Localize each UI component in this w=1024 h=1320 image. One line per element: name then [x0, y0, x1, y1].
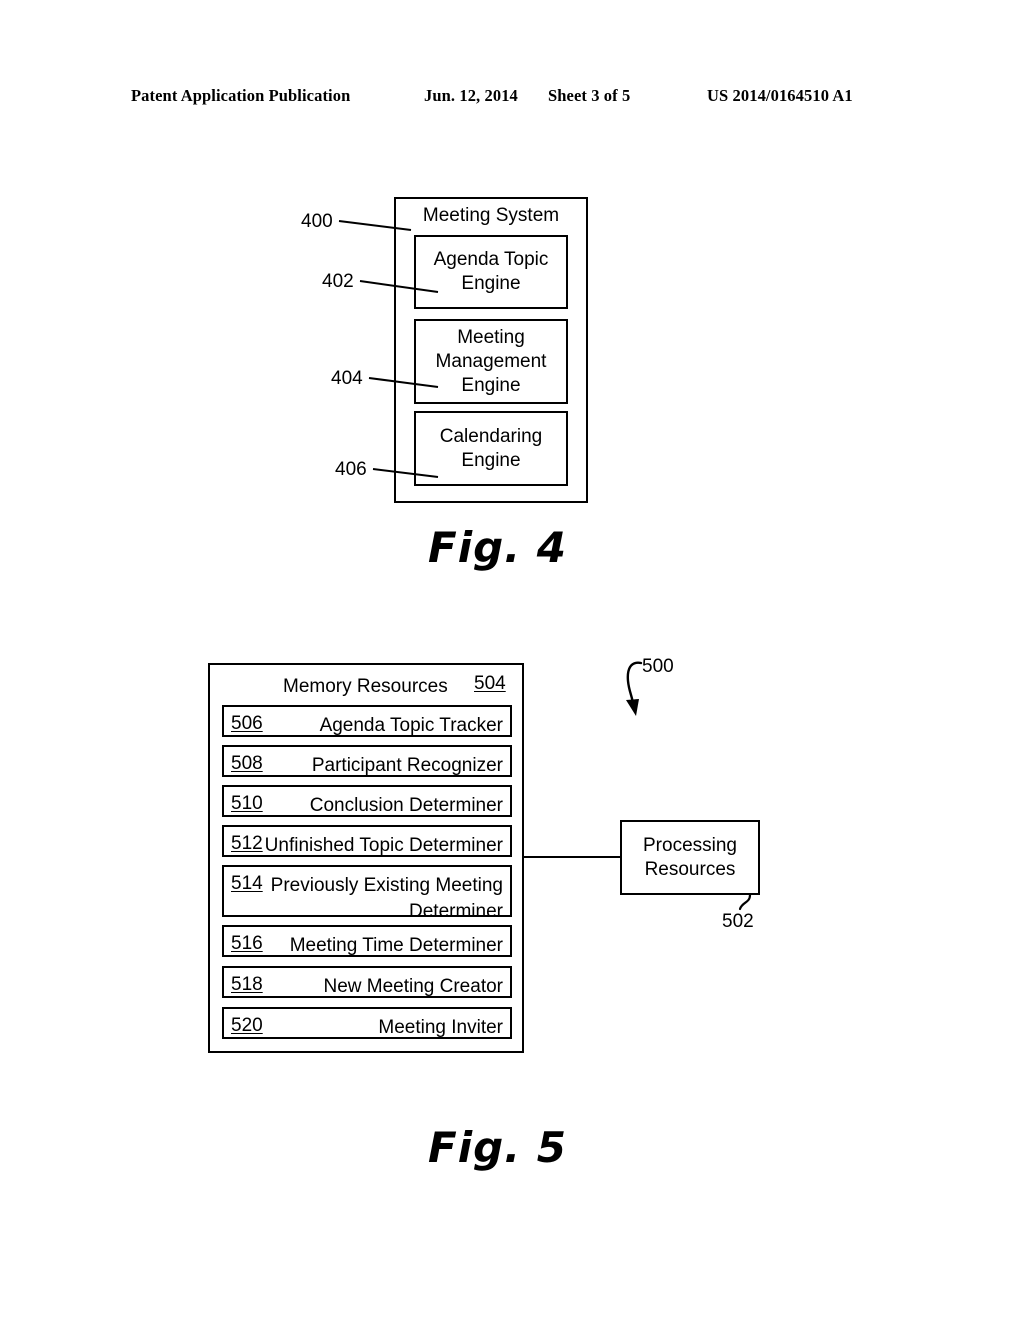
- memory-item-label: Meeting Inviter: [378, 1017, 503, 1038]
- memory-item-label: Participant Recognizer: [311, 755, 503, 776]
- memory-item-row: 510 Conclusion Determiner: [222, 785, 512, 817]
- figure-4-caption: Fig. 4: [428, 523, 567, 572]
- ref-500: 500: [642, 656, 674, 677]
- memory-item-row: 518 New Meeting Creator: [222, 966, 512, 998]
- memory-item-ref: 520: [231, 1015, 263, 1036]
- ref-502: 502: [722, 911, 754, 932]
- memory-item-label: Conclusion Determiner: [309, 795, 503, 816]
- memory-item-row: 514 Previously Existing Meeting Determin…: [222, 865, 512, 922]
- figure-5-caption: Fig. 5: [428, 1123, 567, 1172]
- meeting-management-engine-label: Meeting Management Engine: [435, 326, 547, 396]
- memory-item-row: 516 Meeting Time Determiner: [222, 925, 512, 957]
- ref-400: 400: [301, 211, 333, 232]
- ref-504: 504: [474, 673, 506, 694]
- memory-item-ref: 514: [231, 873, 263, 894]
- calendaring-engine-label: Calendaring Engine: [439, 425, 543, 471]
- memory-item-label: Meeting Time Determiner: [289, 935, 503, 956]
- meeting-system-title: Meeting System: [422, 205, 560, 226]
- processing-resources-label: Processing Resources: [643, 834, 737, 880]
- memory-item-ref: 506: [231, 713, 263, 734]
- memory-item-label: New Meeting Creator: [323, 976, 503, 997]
- memory-item-label: Agenda Topic Tracker: [319, 715, 503, 736]
- memory-item-label: Unfinished Topic Determiner: [264, 835, 503, 856]
- memory-item-row: 508 Participant Recognizer: [222, 745, 512, 777]
- ref-404: 404: [331, 368, 363, 389]
- memory-item-ref: 510: [231, 793, 263, 814]
- ref-406: 406: [335, 459, 367, 480]
- memory-item-ref: 518: [231, 974, 263, 995]
- memory-item-row: 512 Unfinished Topic Determiner: [222, 825, 512, 857]
- header-patent-number: US 2014/0164510 A1: [707, 86, 853, 105]
- ref-402: 402: [322, 271, 354, 292]
- memory-item-ref: 508: [231, 753, 263, 774]
- memory-item-ref: 512: [231, 833, 263, 854]
- memory-item-label: Previously Existing Meeting Determiner: [270, 875, 503, 922]
- header-publication: Patent Application Publication: [131, 86, 351, 105]
- arrowhead-500: [626, 699, 639, 716]
- memory-item-row: 506 Agenda Topic Tracker: [222, 705, 512, 737]
- memory-item-row: 520 Meeting Inviter: [222, 1007, 512, 1039]
- memory-resources-title: Memory Resources: [283, 676, 448, 697]
- leader-line-502: [738, 893, 752, 911]
- header-sheet-number: Sheet 3 of 5: [548, 86, 631, 105]
- leader-line-500: [626, 661, 643, 707]
- header-date: Jun. 12, 2014: [424, 86, 518, 105]
- agenda-topic-engine-label: Agenda Topic Engine: [433, 249, 549, 294]
- memory-item-ref: 516: [231, 933, 263, 954]
- page-header: Patent Application Publication Jun. 12, …: [0, 86, 1024, 112]
